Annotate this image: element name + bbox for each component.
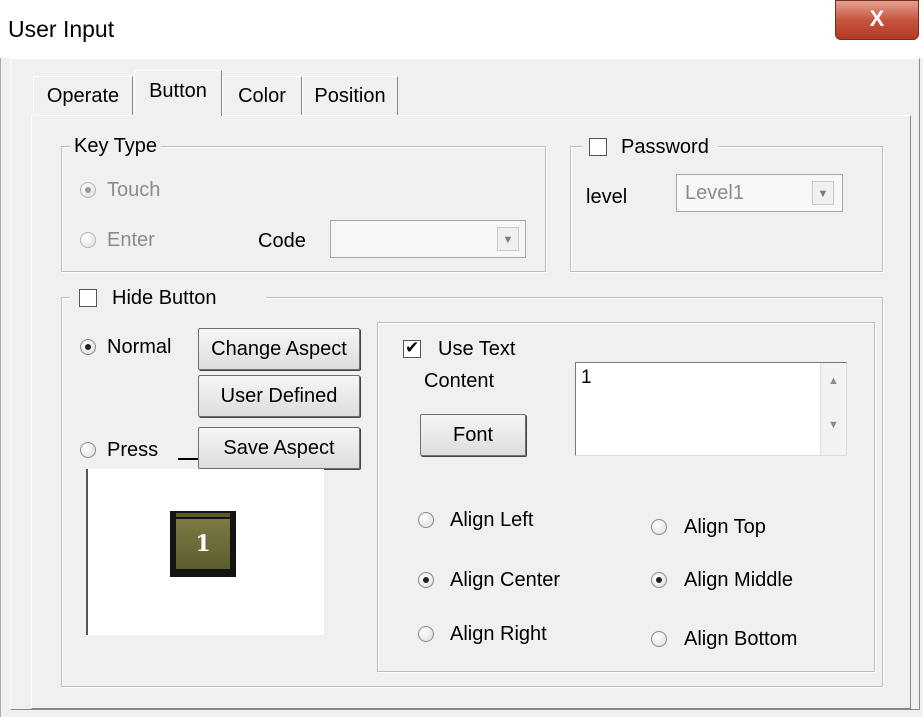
- align-middle-label: Align Middle: [684, 569, 793, 591]
- content-textarea[interactable]: 1 ▲ ▼: [575, 362, 847, 456]
- preview-key-face: 1: [176, 519, 230, 569]
- level-select[interactable]: Level1 ▼: [676, 174, 843, 212]
- align-center-radio[interactable]: [418, 572, 434, 588]
- use-text-checkbox[interactable]: [403, 338, 421, 358]
- enter-label: Enter: [107, 229, 155, 251]
- content-scrollbar[interactable]: ▲ ▼: [820, 363, 846, 455]
- normal-label: Normal: [107, 336, 172, 358]
- close-icon: X: [869, 6, 885, 31]
- preview-key-strip: [176, 513, 230, 517]
- font-button[interactable]: Font: [420, 414, 526, 456]
- content-label: Content: [424, 370, 495, 392]
- code-select[interactable]: ▼: [330, 220, 526, 258]
- touch-label: Touch: [107, 179, 161, 201]
- tab-operate-label: Operate: [46, 85, 120, 107]
- press-radio[interactable]: [80, 442, 96, 458]
- align-left-radio[interactable]: [418, 512, 434, 528]
- close-button[interactable]: X: [835, 0, 919, 40]
- content-text: 1: [581, 367, 592, 388]
- tab-operate[interactable]: Operate: [33, 76, 133, 116]
- align-middle-radio[interactable]: [651, 572, 667, 588]
- align-left-label: Align Left: [450, 509, 534, 531]
- key-type-legend: Key Type: [70, 135, 162, 157]
- touch-radio[interactable]: [80, 182, 96, 198]
- hide-button-checkbox[interactable]: [79, 289, 97, 307]
- align-bottom-radio[interactable]: [651, 631, 667, 647]
- tab-position-label: Position: [314, 85, 386, 107]
- scroll-down-icon[interactable]: ▼: [821, 419, 846, 431]
- password-label: Password: [621, 136, 709, 158]
- align-center-label: Align Center: [450, 569, 561, 591]
- user-defined-button[interactable]: User Defined: [198, 375, 360, 417]
- align-top-radio[interactable]: [651, 519, 667, 535]
- save-aspect-button[interactable]: Save Aspect: [198, 427, 360, 469]
- tab-button[interactable]: Button: [134, 70, 222, 116]
- use-text-label: Use Text: [438, 338, 516, 360]
- tab-color[interactable]: Color: [222, 76, 302, 116]
- align-bottom-label: Align Bottom: [684, 628, 798, 650]
- title-bar: [0, 0, 923, 58]
- password-checkbox[interactable]: [589, 138, 607, 156]
- button-preview: 1: [86, 469, 324, 635]
- scroll-up-icon[interactable]: ▲: [821, 375, 846, 387]
- press-indicator: [178, 458, 198, 460]
- code-label: Code: [258, 230, 306, 252]
- hide-button-label: Hide Button: [112, 287, 217, 309]
- enter-radio[interactable]: [80, 232, 96, 248]
- normal-radio[interactable]: [80, 339, 96, 355]
- chevron-down-icon[interactable]: ▼: [497, 227, 519, 251]
- preview-key: 1: [170, 511, 236, 577]
- chevron-down-icon[interactable]: ▼: [812, 181, 834, 205]
- press-label: Press: [107, 439, 159, 461]
- change-aspect-button[interactable]: Change Aspect: [198, 328, 360, 370]
- level-select-value: Level1: [685, 182, 744, 204]
- window-title: User Input: [8, 16, 115, 42]
- align-top-label: Align Top: [684, 516, 766, 538]
- align-right-label: Align Right: [450, 623, 547, 645]
- tab-position[interactable]: Position: [302, 76, 398, 116]
- tab-button-label: Button: [149, 80, 207, 102]
- tab-color-label: Color: [238, 85, 286, 107]
- level-label: level: [586, 186, 628, 208]
- align-right-radio[interactable]: [418, 626, 434, 642]
